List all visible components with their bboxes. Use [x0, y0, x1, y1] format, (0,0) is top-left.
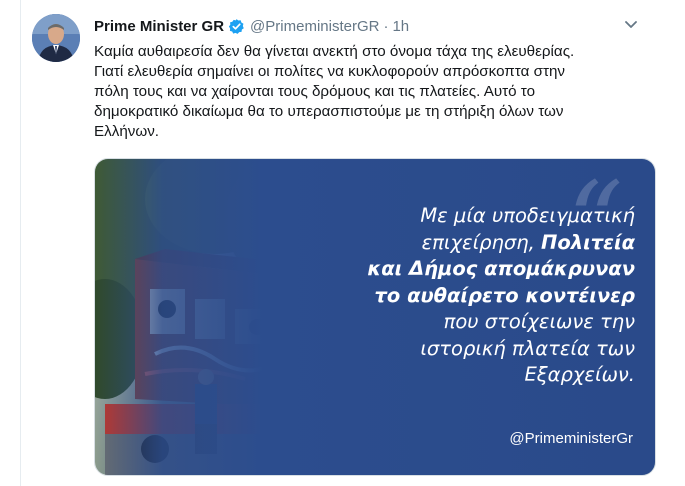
quote-line-bold: Πολιτεία: [541, 230, 635, 254]
author-handle[interactable]: @PrimeministerGR: [250, 18, 379, 35]
tweet-header: Prime Minister GR @PrimeministerGR · 1h: [94, 16, 409, 36]
quote-line: Εξαρχείων.: [524, 363, 635, 386]
separator-dot: ·: [383, 17, 389, 35]
avatar[interactable]: [32, 14, 80, 62]
quote-line: και Δήμος απομάκρυναν: [367, 257, 635, 280]
tweet-text-line: Καμία αυθαιρεσία δεν θα γίνεται ανεκτή σ…: [94, 43, 575, 60]
chevron-down-icon[interactable]: [621, 14, 641, 34]
media-watermark: @PrimeministerGr: [509, 430, 633, 447]
quote-line: Με μία υποδειγματική: [420, 204, 635, 227]
media-quote-text: Με μία υποδειγματική επιχείρηση, Πολιτεί…: [335, 203, 635, 389]
tweet-text-line: δημοκρατικό δικαίωμα θα το υπερασπιστούμ…: [94, 103, 564, 120]
tweet-text-line: Γιατί ελευθερία σημαίνει οι πολίτες να κ…: [94, 63, 565, 80]
author-name[interactable]: Prime Minister GR: [94, 18, 224, 35]
tweet-timestamp[interactable]: 1h: [392, 18, 409, 35]
quote-line: το αυθαίρετο κοντέινερ: [374, 283, 635, 307]
quote-line: που στοίχειωνε την: [443, 310, 635, 333]
tweet-text-line: πόλη τους και να χαίρονται τους δρόμους …: [94, 83, 536, 100]
quote-line-plain: επιχείρηση,: [421, 230, 542, 254]
tweet-text-line: Ελλήνων.: [94, 123, 160, 140]
tweet-text: Καμία αυθαιρεσία δεν θα γίνεται ανεκτή σ…: [94, 42, 664, 142]
quote-line: ιστορική πλατεία των: [420, 336, 635, 360]
tweet-media-image[interactable]: “ Με μία υποδειγματική επιχείρηση, Πολιτ…: [94, 158, 656, 476]
verified-badge-icon: [228, 18, 245, 35]
quote-line: επιχείρηση, Πολιτεία: [335, 230, 635, 257]
